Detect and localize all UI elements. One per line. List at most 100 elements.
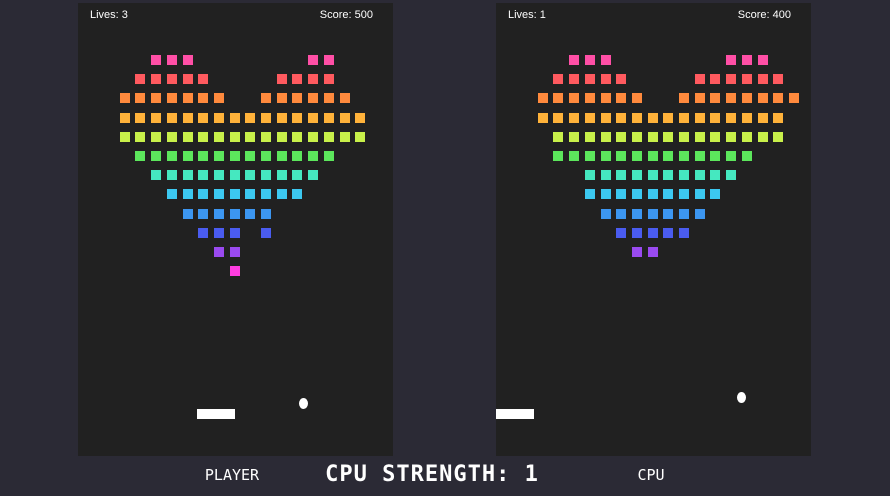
player-brick (324, 93, 334, 103)
cpu-brick (695, 189, 705, 199)
cpu-brick (632, 228, 642, 238)
cpu-brick (710, 93, 720, 103)
player-brick (292, 151, 302, 161)
cpu-brick (758, 74, 768, 84)
player-brick (292, 113, 302, 123)
player-brick (277, 93, 287, 103)
player-brick (230, 247, 240, 257)
cpu-brick (616, 113, 626, 123)
cpu-brick (726, 170, 736, 180)
cpu-brick (601, 151, 611, 161)
cpu-brick (710, 151, 720, 161)
cpu-brick (758, 93, 768, 103)
player-brick (355, 113, 365, 123)
player-brick (277, 132, 287, 142)
player-brick (120, 93, 130, 103)
player-paddle[interactable] (197, 409, 235, 419)
player-brick (308, 132, 318, 142)
cpu-brick (663, 170, 673, 180)
cpu-brick (538, 93, 548, 103)
cpu-brick (773, 113, 783, 123)
player-brick (292, 132, 302, 142)
cpu-brick (663, 132, 673, 142)
cpu-brick (632, 93, 642, 103)
player-brick (198, 170, 208, 180)
cpu-brick (773, 93, 783, 103)
player-score: Score: 500 (319, 9, 373, 21)
cpu-brick (632, 189, 642, 199)
player-brick (151, 55, 161, 65)
cpu-brick (663, 189, 673, 199)
cpu-brick (679, 113, 689, 123)
cpu-brick (726, 151, 736, 161)
player-brick (277, 74, 287, 84)
cpu-brick (695, 93, 705, 103)
player-brick (183, 74, 193, 84)
cpu-brick (742, 93, 752, 103)
cpu-brick (601, 55, 611, 65)
player-brick (340, 132, 350, 142)
player-brick (151, 113, 161, 123)
cpu-score: Score: 400 (737, 9, 791, 21)
player-brick (120, 132, 130, 142)
cpu-brick (585, 55, 595, 65)
player-brick (308, 151, 318, 161)
player-brick (214, 189, 224, 199)
cpu-brick (632, 132, 642, 142)
player-brick (261, 170, 271, 180)
cpu-brick (789, 93, 799, 103)
player-brick (167, 93, 177, 103)
player-brick (167, 170, 177, 180)
cpu-brick (632, 247, 642, 257)
player-brick (230, 132, 240, 142)
cpu-brick (663, 113, 673, 123)
cpu-brick (679, 132, 689, 142)
player-brick (151, 170, 161, 180)
player-brick (135, 93, 145, 103)
player-brick (230, 151, 240, 161)
cpu-brick (616, 228, 626, 238)
player-brick (214, 113, 224, 123)
player-brick (151, 93, 161, 103)
cpu-brick (679, 209, 689, 219)
cpu-brick (616, 132, 626, 142)
cpu-brick (616, 151, 626, 161)
player-brick (261, 93, 271, 103)
cpu-brick (726, 113, 736, 123)
player-brick (214, 247, 224, 257)
player-brick (135, 113, 145, 123)
cpu-brick (710, 132, 720, 142)
player-brick (230, 209, 240, 219)
player-brick (151, 74, 161, 84)
player-brick (230, 228, 240, 238)
cpu-brick (663, 209, 673, 219)
player-brick (230, 170, 240, 180)
cpu-brick (758, 55, 768, 65)
cpu-brick (601, 113, 611, 123)
cpu-board: Lives: 1 Score: 400 (496, 3, 811, 456)
cpu-brick (601, 74, 611, 84)
player-brick (183, 151, 193, 161)
cpu-lives: Lives: 1 (508, 9, 546, 21)
cpu-brick (648, 151, 658, 161)
cpu-brick (726, 55, 736, 65)
player-brick (261, 228, 271, 238)
cpu-brick (569, 55, 579, 65)
player-brick (198, 228, 208, 238)
cpu-brick (601, 189, 611, 199)
cpu-brick (585, 74, 595, 84)
player-brick (277, 113, 287, 123)
player-brick (308, 55, 318, 65)
cpu-brick (569, 93, 579, 103)
player-brick (214, 151, 224, 161)
player-brick (167, 151, 177, 161)
player-brick (183, 170, 193, 180)
player-brick (324, 151, 334, 161)
cpu-brick (679, 93, 689, 103)
cpu-brick (695, 151, 705, 161)
cpu-brick (616, 93, 626, 103)
cpu-brick (710, 113, 720, 123)
player-brick (308, 113, 318, 123)
player-brick (214, 209, 224, 219)
cpu-brick (663, 228, 673, 238)
